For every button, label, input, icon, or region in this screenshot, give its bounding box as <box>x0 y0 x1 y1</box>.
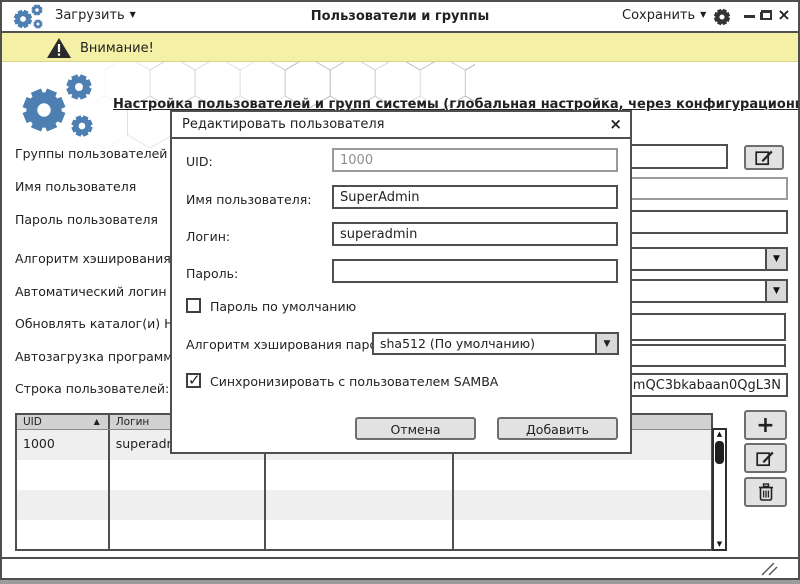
minimize-icon <box>744 15 755 18</box>
scroll-down-icon[interactable]: ▼ <box>714 540 725 548</box>
table-cell <box>17 520 110 549</box>
add-user-button[interactable]: + <box>744 410 787 440</box>
plus-icon: + <box>756 412 775 438</box>
table-cell <box>17 460 110 490</box>
warning-text: Внимание! <box>80 41 154 56</box>
chevron-down-icon: ▼ <box>765 249 786 269</box>
pencil-square-icon <box>756 451 774 466</box>
sort-ascending-icon: ▲ <box>93 417 100 426</box>
table-row[interactable] <box>17 490 711 520</box>
login-label: Логин: <box>186 229 231 244</box>
settings-gear-icon[interactable] <box>712 7 732 27</box>
table-cell <box>17 550 110 551</box>
label-user-groups: Группы пользователей (по <box>15 146 193 161</box>
table-cell <box>17 490 110 520</box>
password-label: Пароль: <box>186 266 239 281</box>
save-menu-button[interactable]: Сохранить ▼ <box>622 8 706 23</box>
label-users-string: Строка пользователей: <box>15 381 170 396</box>
maximize-button[interactable] <box>758 6 774 24</box>
cancel-button[interactable]: Отмена <box>355 417 476 440</box>
label-user-password: Пароль пользователя <box>15 212 158 227</box>
status-bar <box>0 557 800 578</box>
table-row[interactable] <box>17 550 711 551</box>
edit-user-button[interactable] <box>744 443 787 473</box>
table-cell <box>454 490 711 520</box>
resize-grip-icon[interactable] <box>760 563 778 576</box>
dialog-hash-select[interactable]: sha512 (По умолчанию) ▼ <box>372 332 619 355</box>
table-cell <box>110 460 267 490</box>
table-column-header[interactable]: UID ▲ <box>17 415 110 429</box>
dialog-close-icon[interactable]: × <box>609 115 622 133</box>
edit-user-dialog: Редактировать пользователя × UID: 1000 И… <box>170 110 632 454</box>
label-autostart: Автозагрузка программ по <box>15 349 193 364</box>
chevron-down-icon: ▼ <box>595 334 617 353</box>
name-label: Имя пользователя: <box>186 192 312 207</box>
delete-user-button[interactable] <box>744 477 787 507</box>
table-cell <box>110 520 267 549</box>
table-cell <box>110 490 267 520</box>
uid-field[interactable]: 1000 <box>332 148 618 172</box>
default-password-checkbox-label: Пароль по умолчанию <box>210 299 357 314</box>
table-cell <box>110 550 267 551</box>
table-row[interactable] <box>17 460 711 490</box>
pencil-square-icon <box>754 150 773 166</box>
warning-bar: Внимание! <box>0 33 800 62</box>
table-cell: 1000 <box>17 430 110 460</box>
dialog-title: Редактировать пользователя <box>182 117 385 132</box>
password-field[interactable] <box>332 259 618 283</box>
table-cell <box>266 460 454 490</box>
scrollbar-thumb[interactable] <box>715 441 724 464</box>
close-button[interactable]: × <box>776 6 792 24</box>
scroll-up-icon[interactable]: ▲ <box>714 430 725 438</box>
table-row[interactable] <box>17 520 711 549</box>
dialog-hash-label: Алгоритм хэширования пароля: <box>186 337 397 352</box>
name-field[interactable]: SuperAdmin <box>332 185 618 209</box>
table-cell <box>266 550 453 551</box>
add-button[interactable]: Добавить <box>497 417 618 440</box>
chevron-down-icon: ▼ <box>700 10 707 19</box>
trash-icon <box>758 483 773 501</box>
default-password-checkbox[interactable]: ✓ <box>186 298 201 313</box>
table-cell <box>454 460 711 490</box>
page-gears-logo-icon <box>22 74 93 137</box>
table-cell <box>454 520 711 549</box>
dialog-title-bar: Редактировать пользователя × <box>172 112 630 139</box>
close-icon: × <box>777 5 791 24</box>
label-update-home: Обновлять каталог(и) HOM <box>15 316 195 331</box>
uid-label: UID: <box>186 154 213 169</box>
samba-sync-checkbox[interactable]: ✓ <box>186 373 201 388</box>
chevron-down-icon: ▼ <box>765 281 786 301</box>
label-auto-login: Автоматический логин пол <box>15 284 195 299</box>
warning-triangle-icon <box>47 38 71 58</box>
table-cell <box>266 490 454 520</box>
check-icon: ✓ <box>188 371 201 389</box>
table-cell <box>266 520 454 549</box>
title-bar: Загрузить ▼ Пользователи и группы Сохрани… <box>0 0 800 33</box>
dialog-hash-value: sha512 (По умолчанию) <box>380 336 536 351</box>
table-scrollbar[interactable]: ▲ ▼ <box>712 428 727 551</box>
samba-sync-checkbox-label: Синхронизировать с пользователем SAMBA <box>210 374 499 389</box>
table-cell <box>454 550 711 551</box>
login-field[interactable]: superadmin <box>332 222 618 246</box>
minimize-button[interactable] <box>742 6 758 24</box>
maximize-icon <box>760 10 772 20</box>
edit-groups-button[interactable] <box>744 145 784 170</box>
label-user-name: Имя пользователя <box>15 179 137 194</box>
app-window: Загрузить ▼ Пользователи и группы Сохрани… <box>0 0 800 580</box>
